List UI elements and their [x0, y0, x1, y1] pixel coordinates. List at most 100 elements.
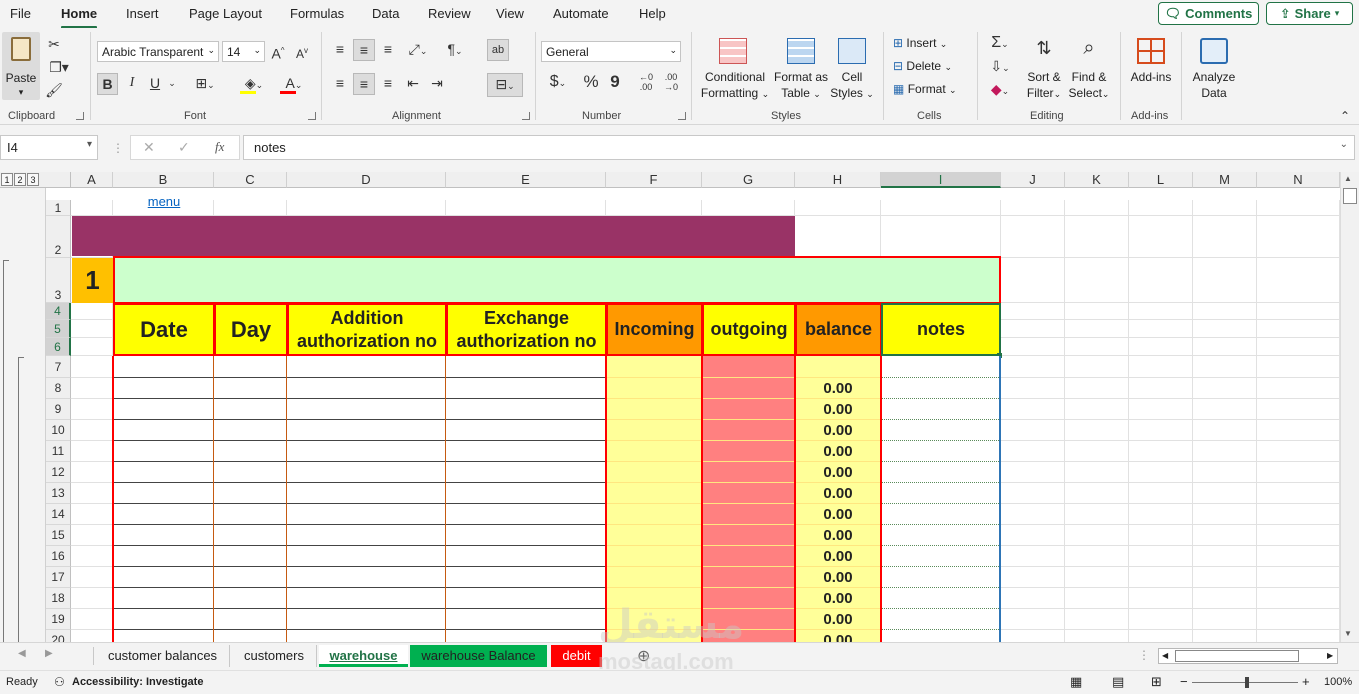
data-cell[interactable]	[287, 378, 446, 399]
cell[interactable]	[71, 588, 113, 609]
cell[interactable]	[1193, 303, 1257, 320]
row-header-19[interactable]: 19	[46, 609, 71, 630]
data-cell[interactable]	[214, 441, 287, 462]
balance-value[interactable]: 0.00	[795, 567, 881, 588]
cell[interactable]	[1257, 546, 1340, 567]
balance-value[interactable]: 0.00	[795, 399, 881, 420]
data-cell[interactable]	[881, 630, 1001, 642]
row-header-20[interactable]: 20	[46, 630, 71, 642]
data-cell[interactable]	[606, 356, 702, 378]
data-cell[interactable]	[113, 399, 214, 420]
column-header-g[interactable]: G	[702, 172, 795, 188]
row-header-5[interactable]: 5	[46, 320, 71, 338]
column-header-k[interactable]: K	[1065, 172, 1129, 188]
cell[interactable]	[1065, 609, 1129, 630]
format-cells-button[interactable]: ▦ Format ⌄	[893, 81, 957, 98]
data-cell[interactable]	[214, 630, 287, 642]
cell[interactable]	[1257, 609, 1340, 630]
data-cell[interactable]	[446, 504, 606, 525]
tab-page-layout[interactable]: Page Layout	[189, 6, 262, 21]
cell[interactable]	[71, 356, 113, 378]
data-cell[interactable]	[287, 441, 446, 462]
select-all-button[interactable]	[46, 172, 71, 188]
data-cell[interactable]	[881, 420, 1001, 441]
vertical-scrollbar[interactable]: ▲ ▼	[1340, 172, 1359, 642]
data-cell[interactable]	[287, 525, 446, 546]
cell[interactable]	[1193, 483, 1257, 504]
cell[interactable]	[1129, 630, 1193, 642]
align-bottom-icon[interactable]: ≡	[378, 39, 398, 59]
cell[interactable]	[287, 200, 446, 216]
cell[interactable]	[1001, 567, 1065, 588]
row-header-9[interactable]: 9	[46, 399, 71, 420]
wrap-text-icon[interactable]: ab	[487, 39, 509, 61]
data-cell[interactable]	[446, 356, 606, 378]
horizontal-scrollbar[interactable]: ◀ ▶	[1158, 648, 1338, 664]
cell[interactable]	[1001, 399, 1065, 420]
share-button[interactable]: ⇪ Share ▾	[1266, 2, 1353, 25]
bold-button[interactable]: B	[97, 73, 118, 95]
cell[interactable]	[1257, 441, 1340, 462]
tab-view[interactable]: View	[496, 6, 524, 21]
cell[interactable]	[71, 378, 113, 399]
cell[interactable]	[1193, 378, 1257, 399]
cell[interactable]	[1257, 258, 1340, 303]
clear-icon[interactable]: ◆⌄	[985, 79, 1015, 101]
cell[interactable]	[1129, 567, 1193, 588]
cell[interactable]	[1001, 338, 1065, 356]
cell[interactable]	[1129, 399, 1193, 420]
data-cell[interactable]	[214, 420, 287, 441]
cell[interactable]	[1001, 546, 1065, 567]
cell[interactable]	[1129, 216, 1193, 258]
cell[interactable]	[1193, 588, 1257, 609]
data-cell[interactable]	[606, 567, 702, 588]
increase-indent-icon[interactable]: ⇥	[427, 73, 447, 93]
cell[interactable]	[1065, 630, 1129, 642]
row-header-6[interactable]: 6	[46, 338, 71, 356]
data-cell[interactable]	[446, 567, 606, 588]
column-header-b[interactable]: B	[113, 172, 214, 188]
cell[interactable]	[1001, 441, 1065, 462]
cell[interactable]	[446, 200, 606, 216]
tab-review[interactable]: Review	[428, 6, 471, 21]
cell[interactable]	[71, 338, 113, 356]
outline-level-3-button[interactable]: 3	[27, 173, 39, 186]
scroll-right-icon[interactable]: ▶	[1327, 651, 1333, 660]
cell[interactable]	[1193, 504, 1257, 525]
cell[interactable]	[1065, 567, 1129, 588]
cell[interactable]	[1257, 356, 1340, 378]
header-notes[interactable]: notes	[881, 303, 1001, 356]
zoom-level[interactable]: 100%	[1324, 676, 1352, 688]
cell[interactable]	[1193, 216, 1257, 258]
cell[interactable]	[1001, 609, 1065, 630]
cell[interactable]	[1065, 356, 1129, 378]
decrease-decimal-icon[interactable]: .00 →0	[661, 72, 681, 92]
tab-data[interactable]: Data	[372, 6, 399, 21]
data-cell[interactable]	[287, 630, 446, 642]
sheet-tab-warehouse-balance[interactable]: warehouse Balance	[410, 645, 547, 667]
column-header-i[interactable]: I	[881, 172, 1001, 188]
data-cell[interactable]	[446, 609, 606, 630]
cell[interactable]	[1065, 200, 1129, 216]
align-left-icon[interactable]: ≡	[330, 73, 350, 93]
data-cell[interactable]	[881, 399, 1001, 420]
cell[interactable]	[1193, 609, 1257, 630]
cell[interactable]	[1193, 462, 1257, 483]
cell[interactable]	[1001, 525, 1065, 546]
cell[interactable]	[1065, 320, 1129, 338]
cell[interactable]	[71, 609, 113, 630]
data-cell[interactable]	[214, 462, 287, 483]
cell[interactable]	[1065, 441, 1129, 462]
cell[interactable]	[1193, 320, 1257, 338]
number-launcher-icon[interactable]	[678, 112, 686, 120]
data-cell[interactable]	[702, 462, 795, 483]
comma-style-icon[interactable]: 9	[607, 72, 623, 92]
cell[interactable]	[1193, 338, 1257, 356]
cell[interactable]	[71, 200, 113, 216]
cell[interactable]	[71, 630, 113, 642]
cell[interactable]	[881, 200, 1001, 216]
data-cell[interactable]	[881, 609, 1001, 630]
data-cell[interactable]	[446, 630, 606, 642]
row-header-15[interactable]: 15	[46, 525, 71, 546]
cell[interactable]	[1257, 483, 1340, 504]
